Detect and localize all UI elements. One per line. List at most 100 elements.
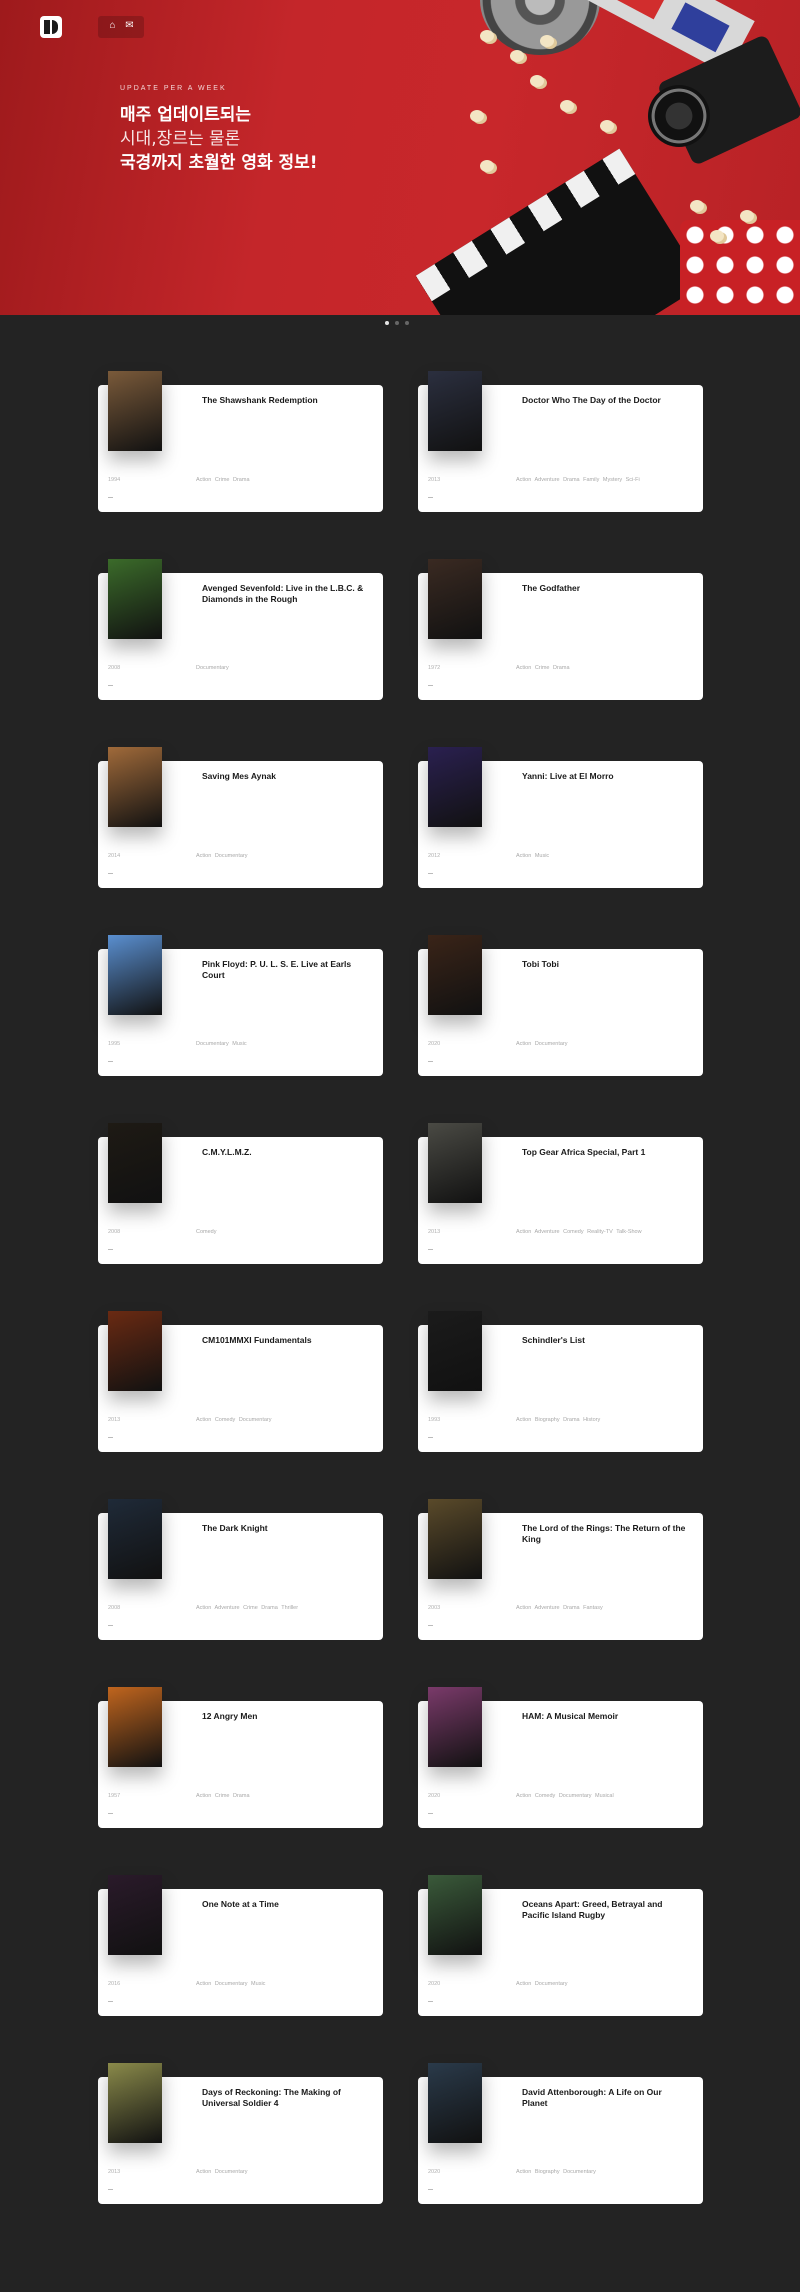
card-divider <box>108 1061 113 1062</box>
movie-year: 2013 <box>108 2169 121 2175</box>
movie-title[interactable]: Doctor Who The Day of the Doctor <box>522 395 689 406</box>
movie-title[interactable]: Saving Mes Aynak <box>202 771 369 782</box>
movie-genres: Action Documentary <box>196 853 248 859</box>
movie-poster[interactable] <box>428 1499 482 1579</box>
popcorn-kernel <box>690 200 704 212</box>
movie-title[interactable]: One Note at a Time <box>202 1899 369 1910</box>
film-reel-image <box>480 0 600 55</box>
slider-dot[interactable] <box>395 321 399 325</box>
movie-year: 2016 <box>108 1981 121 1987</box>
movie-poster[interactable] <box>108 559 162 639</box>
movie-title[interactable]: The Godfather <box>522 583 689 594</box>
movie-card[interactable]: The Shawshank Redemption 1994 Action Crime… <box>98 371 383 512</box>
movie-card[interactable]: Avenged Sevenfold: Live in the L.B.C. & … <box>98 559 383 700</box>
card-divider <box>428 873 433 874</box>
movie-card[interactable]: The Dark Knight 2008 Action Adventure Crim… <box>98 1499 383 1640</box>
movie-genres: Action Adventure Crime Drama Thriller <box>196 1605 299 1611</box>
hero-banner: ⌂ ✉ UPDATE PER A WEEK 매주 업데이트되는 시대,장르는 물… <box>0 0 800 315</box>
site-logo[interactable] <box>40 16 62 38</box>
card-divider <box>108 497 113 498</box>
movie-title[interactable]: CM101MMXI Fundamentals <box>202 1335 369 1346</box>
movie-card[interactable]: The Godfather 1972 Action Crime Drama <box>418 559 703 700</box>
movie-card[interactable]: CM101MMXI Fundamentals 2013 Action Comedy … <box>98 1311 383 1452</box>
movie-card[interactable]: Top Gear Africa Special, Part 1 2013 Actio… <box>418 1123 703 1264</box>
movie-poster[interactable] <box>428 1875 482 1955</box>
movie-poster[interactable] <box>108 747 162 827</box>
movie-poster[interactable] <box>108 1123 162 1203</box>
card-divider <box>428 685 433 686</box>
movie-poster[interactable] <box>428 559 482 639</box>
card-divider <box>108 1813 113 1814</box>
top-nav: ⌂ ✉ <box>98 16 144 38</box>
movie-card[interactable]: Schindler's List 1993 Action Biography Dra… <box>418 1311 703 1452</box>
movie-poster[interactable] <box>428 747 482 827</box>
movie-poster[interactable] <box>108 2063 162 2143</box>
slider-dot[interactable] <box>385 321 389 325</box>
movie-year: 2013 <box>428 1229 441 1235</box>
hero-headline-1: 매주 업데이트되는 <box>120 105 252 125</box>
movie-title[interactable]: Pink Floyd: P. U. L. S. E. Live at Earls… <box>202 959 369 981</box>
movie-card[interactable]: C.M.Y.L.M.Z. 2008 Comedy <box>98 1123 383 1264</box>
movie-card[interactable]: Oceans Apart: Greed, Betrayal and Pacifi… <box>418 1875 703 2016</box>
movie-title[interactable]: 12 Angry Men <box>202 1711 369 1722</box>
movie-title[interactable]: Tobi Tobi <box>522 959 689 970</box>
movie-poster[interactable] <box>108 935 162 1015</box>
movie-poster[interactable] <box>428 1123 482 1203</box>
movie-title[interactable]: HAM: A Musical Memoir <box>522 1711 689 1722</box>
movie-year: 1993 <box>428 1417 441 1423</box>
movie-card[interactable]: Tobi Tobi 2020 Action Documentary <box>418 935 703 1076</box>
popcorn-kernel <box>480 30 494 42</box>
card-divider <box>428 1625 433 1626</box>
movie-title[interactable]: Yanni: Live at El Morro <box>522 771 689 782</box>
home-icon[interactable]: ⌂ <box>107 21 119 33</box>
movie-title[interactable]: Avenged Sevenfold: Live in the L.B.C. & … <box>202 583 369 605</box>
popcorn-box-image <box>680 220 800 315</box>
movie-card[interactable]: HAM: A Musical Memoir 2020 Action Comedy D… <box>418 1687 703 1828</box>
movie-card[interactable]: Days of Reckoning: The Making of Univers… <box>98 2063 383 2204</box>
movie-year: 1957 <box>108 1793 121 1799</box>
movie-year: 2008 <box>108 665 121 671</box>
movie-genres: Action Documentary Music <box>196 1981 266 1987</box>
movie-card[interactable]: One Note at a Time 2016 Action Documentary… <box>98 1875 383 2016</box>
movie-poster[interactable] <box>108 1687 162 1767</box>
card-divider <box>108 2189 113 2190</box>
movie-poster[interactable] <box>428 371 482 451</box>
movie-card[interactable]: 12 Angry Men 1957 Action Crime Drama <box>98 1687 383 1828</box>
movie-year: 2020 <box>428 1981 441 1987</box>
movie-title[interactable]: Schindler's List <box>522 1335 689 1346</box>
movie-title[interactable]: The Dark Knight <box>202 1523 369 1534</box>
slider-dot[interactable] <box>405 321 409 325</box>
card-divider <box>108 2001 113 2002</box>
movie-card[interactable]: Pink Floyd: P. U. L. S. E. Live at Earls… <box>98 935 383 1076</box>
movie-poster[interactable] <box>428 2063 482 2143</box>
movie-card[interactable]: Doctor Who The Day of the Doctor 2013 Acti… <box>418 371 703 512</box>
movie-poster[interactable] <box>108 1499 162 1579</box>
card-divider <box>428 1437 433 1438</box>
movie-genres: Documentary Music <box>196 1041 247 1047</box>
movie-genres: Action Adventure Drama Fantasy <box>516 1605 603 1611</box>
movie-poster[interactable] <box>108 371 162 451</box>
movie-poster[interactable] <box>428 1311 482 1391</box>
movie-card[interactable]: The Lord of the Rings: The Return of the… <box>418 1499 703 1640</box>
movie-genres: Action Comedy Documentary <box>196 1417 272 1423</box>
movie-poster[interactable] <box>108 1875 162 1955</box>
movie-poster[interactable] <box>428 1687 482 1767</box>
popcorn-kernel <box>600 120 614 132</box>
movie-poster[interactable] <box>108 1311 162 1391</box>
movie-card[interactable]: Saving Mes Aynak 2014 Action Documentary <box>98 747 383 888</box>
mail-icon[interactable]: ✉ <box>124 21 136 33</box>
movie-title[interactable]: David Attenborough: A Life on Our Planet <box>522 2087 689 2109</box>
movie-title[interactable]: C.M.Y.L.M.Z. <box>202 1147 369 1158</box>
movie-year: 2012 <box>428 853 441 859</box>
movie-card[interactable]: Yanni: Live at El Morro 2012 Action Music <box>418 747 703 888</box>
movie-title[interactable]: The Shawshank Redemption <box>202 395 369 406</box>
movie-title[interactable]: The Lord of the Rings: The Return of the… <box>522 1523 689 1545</box>
movie-title[interactable]: Days of Reckoning: The Making of Univers… <box>202 2087 369 2109</box>
slider-dots <box>385 321 409 325</box>
movie-title[interactable]: Top Gear Africa Special, Part 1 <box>522 1147 689 1158</box>
movie-title[interactable]: Oceans Apart: Greed, Betrayal and Pacifi… <box>522 1899 689 1921</box>
movie-genres: Action Music <box>516 853 550 859</box>
movie-card[interactable]: David Attenborough: A Life on Our Planet… <box>418 2063 703 2204</box>
movie-year: 1995 <box>108 1041 121 1047</box>
movie-poster[interactable] <box>428 935 482 1015</box>
